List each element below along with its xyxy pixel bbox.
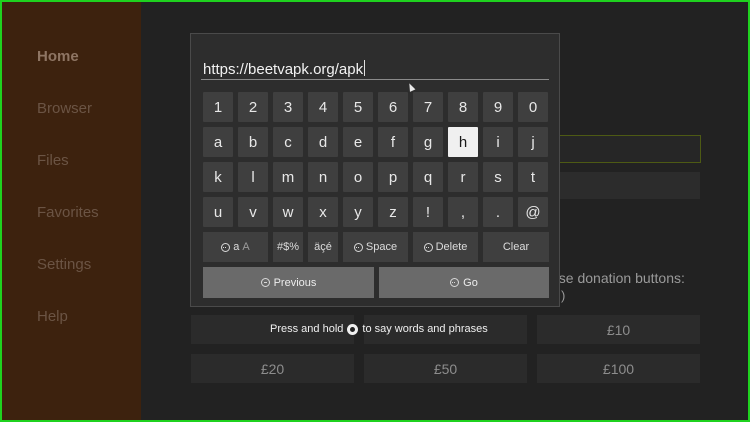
donation-subtext: ) <box>561 288 566 303</box>
sidebar-item-files[interactable]: Files <box>37 152 69 169</box>
accents-key[interactable]: äçé <box>308 232 338 262</box>
key-v[interactable]: v <box>238 197 268 227</box>
key-g[interactable]: g <box>413 127 443 157</box>
key-m[interactable]: m <box>273 162 303 192</box>
key-n[interactable]: n <box>308 162 338 192</box>
sidebar-item-favorites[interactable]: Favorites <box>37 204 99 221</box>
key-exclamation[interactable]: ! <box>413 197 443 227</box>
menu-icon <box>450 278 460 287</box>
hint-text-before: Press and hold <box>270 323 344 335</box>
url-input[interactable]: https://beetvapk.org/apk <box>201 60 549 80</box>
previous-button[interactable]: Previous <box>203 267 374 298</box>
sidebar-item-home[interactable]: Home <box>37 48 79 65</box>
text-caret <box>364 60 366 76</box>
key-q[interactable]: q <box>413 162 443 192</box>
key-b[interactable]: b <box>238 127 268 157</box>
delete-key[interactable]: Delete <box>413 232 478 262</box>
onscreen-keyboard: https://beetvapk.org/apk 1234567890abcde… <box>190 33 560 307</box>
key-8[interactable]: 8 <box>448 92 478 122</box>
key-f[interactable]: f <box>378 127 408 157</box>
case-toggle-icon <box>221 242 231 252</box>
key-6[interactable]: 6 <box>378 92 408 122</box>
key-p[interactable]: p <box>378 162 408 192</box>
key-4[interactable]: 4 <box>308 92 338 122</box>
mouse-pointer-icon <box>406 82 416 92</box>
key-1[interactable]: 1 <box>203 92 233 122</box>
clear-key[interactable]: Clear <box>483 232 549 262</box>
donation-button-50[interactable]: £50 <box>364 354 527 383</box>
key-l[interactable]: l <box>238 162 268 192</box>
previous-button-label: Previous <box>273 276 317 289</box>
voice-hint: Press and hold to say words and phrases <box>270 323 488 335</box>
key-w[interactable]: w <box>273 197 303 227</box>
space-button-icon <box>353 242 363 252</box>
sidebar-item-settings[interactable]: Settings <box>37 256 91 273</box>
key-u[interactable]: u <box>203 197 233 227</box>
key-k[interactable]: k <box>203 162 233 192</box>
key-9[interactable]: 9 <box>483 92 513 122</box>
case-toggle-key[interactable]: aA <box>203 232 268 262</box>
hint-text-after: to say words and phrases <box>362 323 488 335</box>
key-c[interactable]: c <box>273 127 303 157</box>
case-upper-label: A <box>242 241 250 253</box>
donation-button-10[interactable]: £10 <box>537 315 700 344</box>
go-button-label: Go <box>463 276 478 289</box>
key-r[interactable]: r <box>448 162 478 192</box>
key-e[interactable]: e <box>343 127 373 157</box>
go-button-background[interactable] <box>559 172 700 199</box>
donation-text: ase donation buttons: <box>551 270 685 286</box>
key-5[interactable]: 5 <box>343 92 373 122</box>
key-h[interactable]: h <box>448 127 478 157</box>
app-frame: Home Browser Files Favorites Settings He… <box>0 0 750 422</box>
key-s[interactable]: s <box>483 162 513 192</box>
url-input-value: https://beetvapk.org/apk <box>203 61 364 78</box>
key-2[interactable]: 2 <box>238 92 268 122</box>
key-i[interactable]: i <box>483 127 513 157</box>
go-button[interactable]: Go <box>379 267 549 298</box>
sidebar: Home Browser Files Favorites Settings He… <box>2 2 141 420</box>
space-key-label: Space <box>365 241 398 253</box>
delete-button-icon <box>423 242 433 252</box>
donation-button-20[interactable]: £20 <box>191 354 354 383</box>
sidebar-item-browser[interactable]: Browser <box>37 100 92 117</box>
url-field-background[interactable] <box>559 135 701 163</box>
key-x[interactable]: x <box>308 197 338 227</box>
delete-key-label: Delete <box>435 241 468 253</box>
key-0[interactable]: 0 <box>518 92 548 122</box>
key-comma[interactable]: , <box>448 197 478 227</box>
donation-button-100[interactable]: £100 <box>537 354 700 383</box>
key-at[interactable]: @ <box>518 197 548 227</box>
back-icon <box>260 278 270 287</box>
symbols-key[interactable]: #$% <box>273 232 303 262</box>
case-lower-label: a <box>233 241 240 253</box>
key-7[interactable]: 7 <box>413 92 443 122</box>
key-j[interactable]: j <box>518 127 548 157</box>
sidebar-item-help[interactable]: Help <box>37 308 68 325</box>
microphone-button-icon <box>347 323 359 335</box>
key-d[interactable]: d <box>308 127 338 157</box>
key-a[interactable]: a <box>203 127 233 157</box>
key-z[interactable]: z <box>378 197 408 227</box>
key-period[interactable]: . <box>483 197 513 227</box>
space-key[interactable]: Space <box>343 232 408 262</box>
key-y[interactable]: y <box>343 197 373 227</box>
key-3[interactable]: 3 <box>273 92 303 122</box>
key-t[interactable]: t <box>518 162 548 192</box>
key-o[interactable]: o <box>343 162 373 192</box>
